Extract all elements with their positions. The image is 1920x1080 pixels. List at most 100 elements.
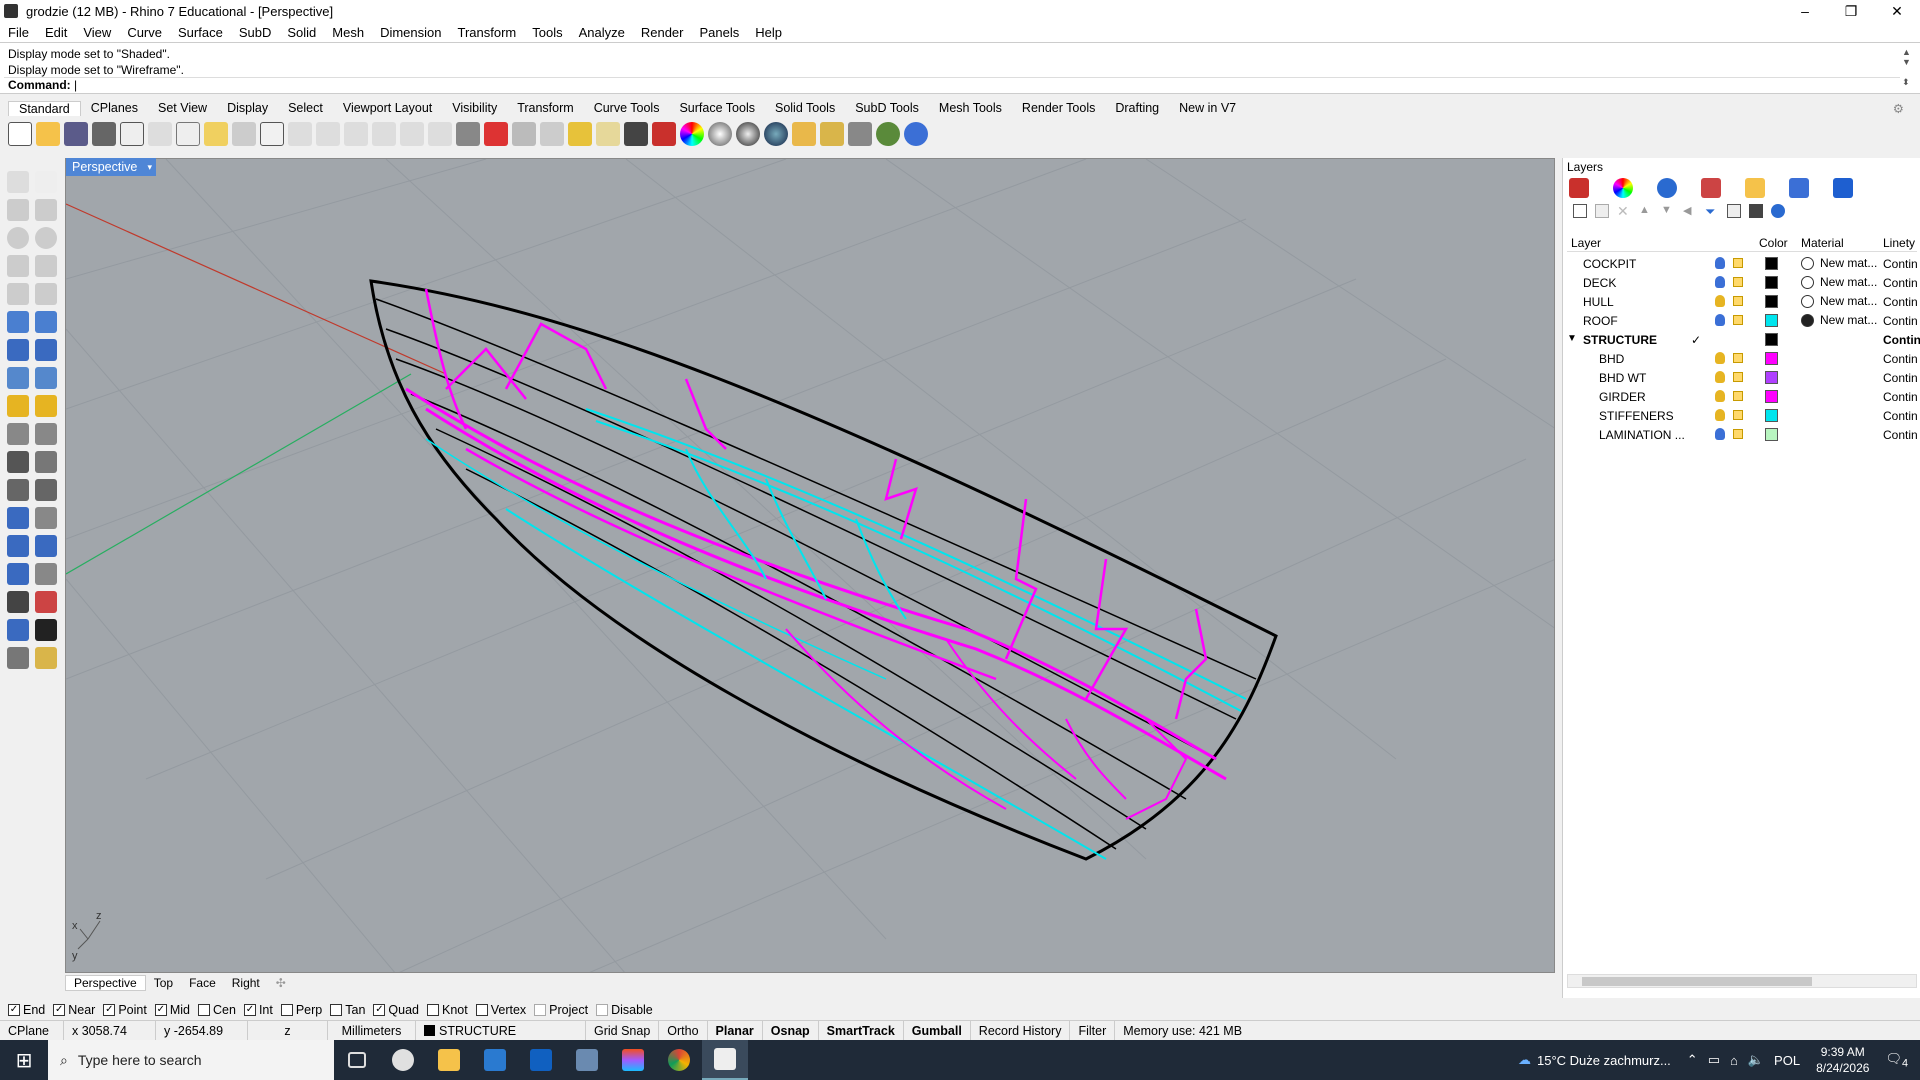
explode-icon[interactable]	[7, 395, 29, 417]
tab-visibility[interactable]: Visibility	[442, 101, 507, 115]
column-material[interactable]: Material	[1801, 236, 1844, 250]
circle-icon[interactable]	[7, 227, 29, 249]
menu-subd[interactable]: SubD	[231, 25, 280, 40]
tab-subd-tools[interactable]: SubD Tools	[845, 101, 929, 115]
point-icon[interactable]	[35, 171, 57, 193]
maximize-button[interactable]: ❐	[1828, 0, 1874, 22]
viewport-tab-face[interactable]: Face	[181, 976, 224, 990]
chevron-down-icon[interactable]: ▾	[147, 158, 152, 176]
viewport-tab-perspective[interactable]: Perspective	[65, 975, 146, 991]
tab-cplanes[interactable]: CPlanes	[81, 101, 148, 115]
layers-horizontal-scrollbar[interactable]	[1567, 974, 1917, 988]
unlocked-icon[interactable]	[1733, 372, 1743, 382]
layer-row-lamination[interactable]: LAMINATION ... Contin	[1567, 425, 1918, 444]
zoom-selected-icon[interactable]	[400, 122, 424, 146]
layer-material[interactable]: New mat...	[1801, 256, 1877, 270]
gear-icon[interactable]	[820, 122, 844, 146]
check-icon[interactable]	[35, 619, 57, 641]
osnap-end[interactable]: ✓ End	[8, 1003, 45, 1017]
gumball-icon[interactable]	[35, 591, 57, 613]
status-gumball[interactable]: Gumball	[904, 1020, 971, 1041]
surface-icon[interactable]	[7, 311, 29, 333]
arc-icon[interactable]	[35, 283, 57, 305]
unlocked-icon[interactable]	[1733, 429, 1743, 439]
tab-new-in-v7[interactable]: New in V7	[1169, 101, 1246, 115]
new-icon[interactable]	[8, 122, 32, 146]
options-icon[interactable]	[792, 122, 816, 146]
menu-dimension[interactable]: Dimension	[372, 25, 449, 40]
undo-icon[interactable]	[232, 122, 256, 146]
add-viewport-tab-icon[interactable]: ✣	[268, 976, 294, 990]
layer-states-icon[interactable]	[1727, 204, 1741, 218]
boolean-icon[interactable]	[35, 339, 57, 361]
app-icon-1[interactable]	[380, 1040, 426, 1080]
layer-linetype[interactable]: Contin	[1883, 371, 1918, 385]
unlocked-icon[interactable]	[1733, 277, 1743, 287]
file-explorer-icon[interactable]	[426, 1040, 472, 1080]
network-icon[interactable]: ⌂	[1730, 1053, 1738, 1068]
tab-render-tools[interactable]: Render Tools	[1012, 101, 1105, 115]
layer-linetype[interactable]: Contin	[1883, 428, 1918, 442]
grid-array-icon[interactable]	[7, 591, 29, 613]
osnap-cen[interactable]: Cen	[198, 1003, 236, 1017]
task-view-icon[interactable]	[334, 1040, 380, 1080]
status-grid-snap[interactable]: Grid Snap	[586, 1020, 660, 1041]
mirror-icon[interactable]	[35, 535, 57, 557]
visible-bulb-icon[interactable]	[1715, 428, 1725, 440]
help-icon[interactable]	[1771, 204, 1785, 218]
rotate-view-icon[interactable]	[428, 122, 452, 146]
layer-material[interactable]: New mat...	[1801, 294, 1877, 308]
material-icon[interactable]	[708, 122, 732, 146]
array-icon[interactable]	[7, 535, 29, 557]
new-layer-icon[interactable]	[1573, 204, 1587, 218]
layer-material[interactable]: New mat...	[1801, 275, 1877, 289]
layer-row-hull[interactable]: HULL New mat... Contin	[1567, 292, 1918, 311]
notification-icon[interactable]: 🗨4	[1885, 1051, 1908, 1070]
tab-select[interactable]: Select	[278, 101, 333, 115]
globe-icon[interactable]	[876, 122, 900, 146]
clock[interactable]: 9:39 AM 8/24/2026	[1806, 1044, 1879, 1076]
grid-icon[interactable]	[456, 122, 480, 146]
collapse-icon[interactable]: ▼	[1567, 333, 1577, 344]
split-icon[interactable]	[35, 423, 57, 445]
unlocked-icon[interactable]	[1733, 315, 1743, 325]
delete-layer-icon[interactable]: ✕	[1617, 204, 1631, 218]
weather-icon[interactable]: ☁	[1518, 1052, 1531, 1068]
menu-file[interactable]: File	[0, 25, 37, 40]
menu-view[interactable]: View	[75, 25, 119, 40]
layer-linetype[interactable]: Contin	[1883, 409, 1918, 423]
move-out-icon[interactable]: ◀	[1683, 204, 1697, 218]
ellipse-icon[interactable]	[35, 227, 57, 249]
tab-set-view[interactable]: Set View	[148, 101, 217, 115]
menu-help[interactable]: Help	[747, 25, 790, 40]
tools-icon[interactable]	[1749, 204, 1763, 218]
menu-analyze[interactable]: Analyze	[571, 25, 633, 40]
curve-icon[interactable]	[35, 199, 57, 221]
status-cplane[interactable]: CPlane	[0, 1020, 64, 1041]
tab-curve-tools[interactable]: Curve Tools	[584, 101, 670, 115]
render-tab-icon[interactable]	[1789, 178, 1809, 198]
layer-linetype[interactable]: Contin	[1883, 276, 1918, 290]
osnap-int[interactable]: ✓ Int	[243, 1003, 273, 1017]
circle-tangent-icon[interactable]	[7, 283, 29, 305]
paste-icon[interactable]	[204, 122, 228, 146]
status-filter[interactable]: Filter	[1070, 1020, 1116, 1041]
column-color[interactable]: Color	[1759, 236, 1788, 250]
status-units[interactable]: Millimeters	[328, 1020, 416, 1041]
status-record-history[interactable]: Record History	[971, 1020, 1071, 1041]
visible-bulb-icon[interactable]	[1715, 409, 1725, 421]
unlocked-icon[interactable]	[1733, 353, 1743, 363]
tab-surface-tools[interactable]: Surface Tools	[669, 101, 765, 115]
extrude-icon[interactable]	[7, 367, 29, 389]
column-layer[interactable]: Layer	[1571, 236, 1601, 250]
new-sublayer-icon[interactable]	[1595, 204, 1609, 218]
layer-row-girder[interactable]: GIRDER Contin	[1567, 387, 1918, 406]
layer-linetype[interactable]: Contin	[1883, 390, 1918, 404]
battery-icon[interactable]: ▭	[1708, 1052, 1720, 1068]
join-icon[interactable]	[35, 395, 57, 417]
layer-row-deck[interactable]: DECK New mat... Contin	[1567, 273, 1918, 292]
layer-icon[interactable]	[652, 122, 676, 146]
osnap-quad[interactable]: ✓ Quad	[373, 1003, 419, 1017]
edit-icon[interactable]	[7, 619, 29, 641]
layer-color-swatch[interactable]	[1765, 371, 1778, 384]
